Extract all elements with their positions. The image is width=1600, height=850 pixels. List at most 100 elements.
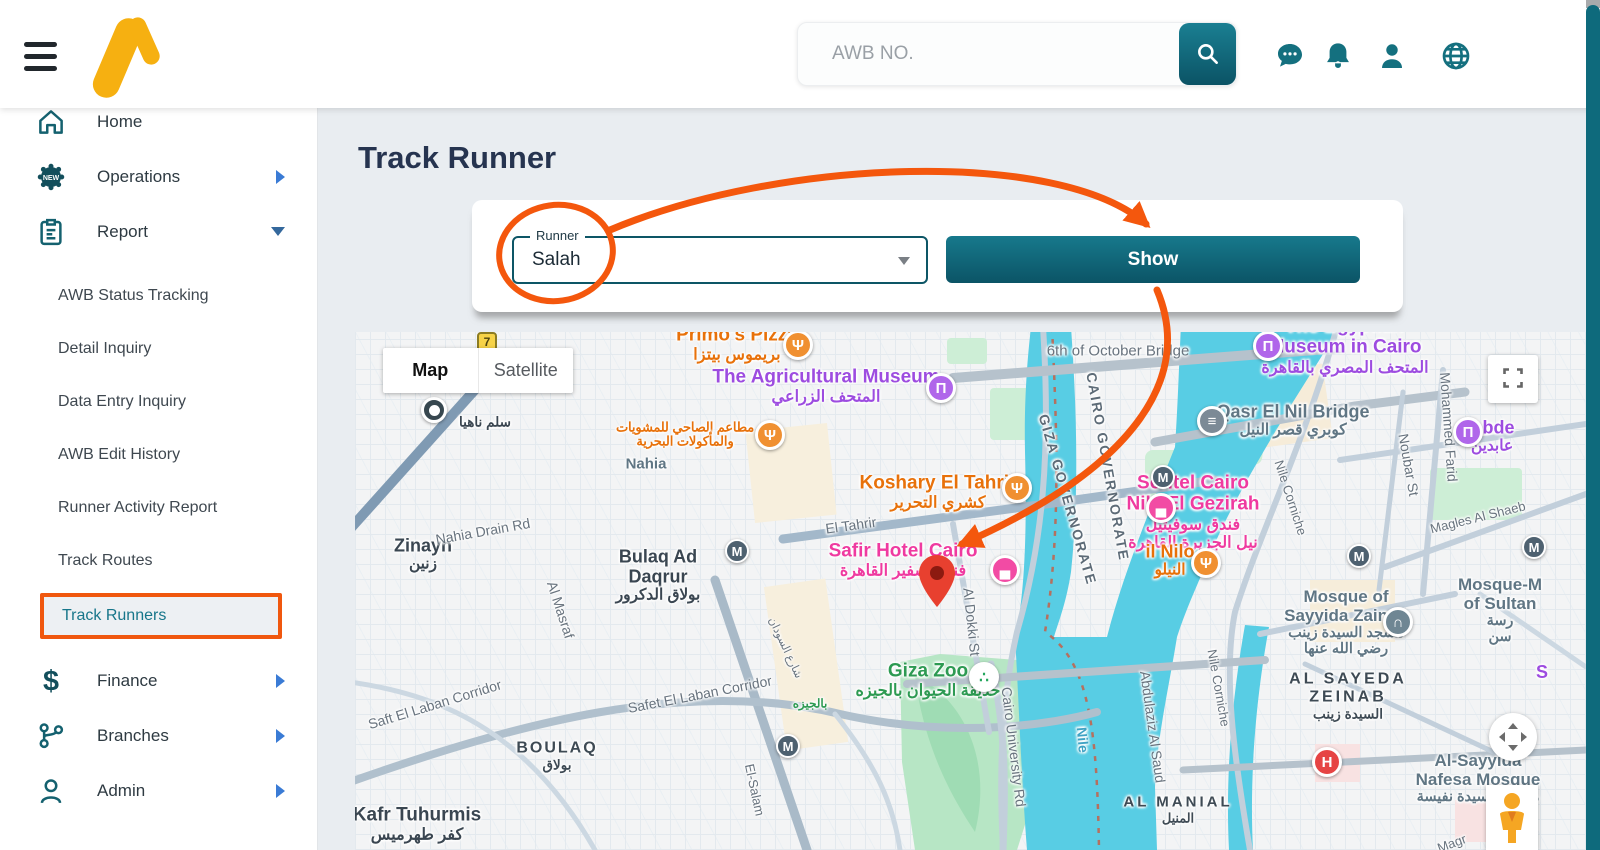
map-label: The EgyptianMuseum in Cairoالمتحف المصري…: [1261, 332, 1429, 377]
report-icon: [36, 217, 66, 247]
map-label: Kafr Tuhurmis كفر طهرميس: [355, 804, 482, 844]
restaurant-poi-icon[interactable]: Ψ: [1191, 548, 1221, 578]
mosque-poi-icon[interactable]: ∩: [1383, 607, 1413, 637]
map-button[interactable]: Map: [383, 348, 478, 393]
fullscreen-icon: [1503, 367, 1523, 388]
hospital-poi-icon[interactable]: H: [1312, 747, 1342, 777]
sidebar-subitem-detail-inquiry[interactable]: Detail Inquiry: [0, 322, 317, 375]
map-label: Bulaq Ad Daqrur بولاق الدكرور: [615, 546, 701, 604]
chevron-right-icon: [276, 169, 285, 184]
pan-arrows-icon: [1499, 723, 1527, 751]
chevron-down-icon: [898, 257, 910, 265]
bridge-poi-icon[interactable]: ≡: [1197, 406, 1227, 436]
restaurant-poi-icon[interactable]: Ψ: [1002, 473, 1032, 503]
restaurant-poi-icon[interactable]: Ψ: [755, 420, 785, 450]
sidebar-item-admin[interactable]: Admin: [0, 763, 317, 818]
user-icon[interactable]: [1376, 40, 1408, 72]
metro-station-icon[interactable]: M: [1151, 465, 1175, 489]
map-label: Mosque-M of Sultan رسة سن: [1457, 574, 1543, 646]
hotel-poi-icon[interactable]: ▄: [990, 555, 1020, 585]
chevron-right-icon: [276, 673, 285, 688]
metro-station-icon[interactable]: M: [1347, 544, 1371, 568]
awb-search-input[interactable]: [798, 23, 1168, 85]
pegman-icon: [1500, 792, 1524, 843]
runner-location-pin[interactable]: [919, 555, 955, 607]
map-canvas[interactable]: Map Satellite Primo's Pizza بريموس بيتزا T…: [355, 332, 1586, 850]
globe-icon[interactable]: [1440, 40, 1472, 72]
svg-text:NEW: NEW: [43, 174, 60, 181]
pegman-control[interactable]: [1486, 785, 1538, 850]
museum-poi-icon[interactable]: Π: [1253, 332, 1283, 361]
search-button[interactable]: [1179, 23, 1236, 85]
metro-station-icon[interactable]: M: [776, 734, 800, 758]
runner-select-value: Salah: [532, 249, 581, 270]
map-label: سلم ناهيا: [458, 414, 512, 430]
page-scrollbar[interactable]: [1586, 0, 1600, 850]
sidebar-item-branches[interactable]: Branches: [0, 708, 317, 763]
map-label: Nile: [1073, 726, 1092, 754]
sidebar-nav: Home NEW Operations Report AWB Status Tracki…: [0, 108, 318, 850]
pan-control[interactable]: [1489, 713, 1537, 761]
branches-icon: [36, 721, 66, 751]
map-label: 6th of October Bridge: [1046, 342, 1190, 360]
map-label: Qasr El Nil Bridge كوبري قصر النيل: [1216, 401, 1370, 439]
map-label: AL SAYEDA ZEINAB السيدة زينب: [1289, 670, 1407, 722]
home-icon: [36, 108, 66, 137]
admin-icon: [36, 776, 66, 806]
operations-icon: NEW: [36, 162, 66, 192]
sidebar-item-label: Report: [97, 221, 149, 241]
map-label: بالجيزه: [792, 696, 828, 711]
sidebar-item-home[interactable]: Home: [0, 108, 317, 149]
sidebar-item-operations[interactable]: NEW Operations: [0, 149, 317, 204]
awb-search-bar: [797, 22, 1237, 86]
map-label: AL MANIAL المنيل: [1123, 793, 1233, 826]
museum-poi-icon[interactable]: Π: [926, 373, 956, 403]
hotel-poi-icon[interactable]: ▄: [1146, 493, 1176, 523]
show-button[interactable]: Show: [946, 236, 1360, 283]
sidebar-subitem-track-routes[interactable]: Track Routes: [0, 534, 317, 587]
sidebar-item-finance[interactable]: $ Finance: [0, 653, 317, 708]
transit-stop-icon[interactable]: [421, 397, 447, 423]
runner-select[interactable]: Runner Salah: [512, 228, 928, 284]
chevron-down-icon: [271, 227, 285, 236]
hamburger-menu-icon[interactable]: [24, 42, 58, 72]
metro-station-icon[interactable]: M: [1522, 535, 1546, 559]
search-icon: [1197, 44, 1218, 64]
map-label: BOULAQ بولاق: [516, 739, 598, 773]
chat-icon[interactable]: [1274, 40, 1306, 72]
sidebar-item-label: Branches: [97, 725, 169, 745]
metro-station-icon[interactable]: M: [725, 539, 749, 563]
sidebar-item-report[interactable]: Report: [0, 204, 317, 259]
finance-icon: $: [36, 665, 66, 697]
map-label: The Agricultural Museum المتحف الزراعي: [712, 366, 940, 406]
sidebar-item-label: Operations: [97, 166, 181, 186]
sidebar-subitem-awb-status-tracking[interactable]: AWB Status Tracking: [0, 269, 317, 322]
zoo-paw-poi-icon[interactable]: ∴: [969, 662, 999, 692]
sidebar-subitem-awb-edit-history[interactable]: AWB Edit History: [0, 428, 317, 481]
app-logo: [88, 12, 166, 102]
sidebar-subitem-track-runners[interactable]: Track Runners: [40, 593, 282, 639]
map-label: il Nilo النيلو: [1145, 541, 1195, 579]
map-label: مطاعم الصاحي للمشويات والمأكولات البحرية: [615, 419, 755, 449]
sidebar-subitem-runner-activity-report[interactable]: Runner Activity Report: [0, 481, 317, 534]
sidebar-item-label: Home: [97, 111, 143, 131]
scrollbar-thumb[interactable]: [1586, 5, 1600, 850]
chevron-right-icon: [276, 783, 285, 798]
map-label: Safir Hotel Cairo فندق سفير القاهرة: [828, 540, 978, 580]
bell-icon[interactable]: [1322, 40, 1354, 72]
fullscreen-button[interactable]: [1488, 355, 1538, 403]
page-title: Track Runner: [358, 140, 557, 175]
sidebar-item-label: Finance: [97, 670, 158, 690]
svg-text:$: $: [43, 666, 59, 696]
runner-select-label: Runner: [530, 228, 585, 243]
map-label: S: [1535, 661, 1549, 682]
map-label: Nahia: [625, 455, 667, 473]
satellite-button[interactable]: Satellite: [477, 348, 574, 393]
museum-poi-icon[interactable]: Π: [1453, 417, 1483, 447]
map-type-control: Map Satellite: [383, 348, 573, 393]
map-label: Primo's Pizza بريموس بيتزا: [676, 332, 798, 364]
app-header: [0, 0, 1600, 108]
sidebar-subitem-data-entry-inquiry[interactable]: Data Entry Inquiry: [0, 375, 317, 428]
map-label: Koshary El Tahrir كشري التحرير: [859, 472, 1017, 512]
sidebar-item-label: Admin: [97, 780, 146, 800]
